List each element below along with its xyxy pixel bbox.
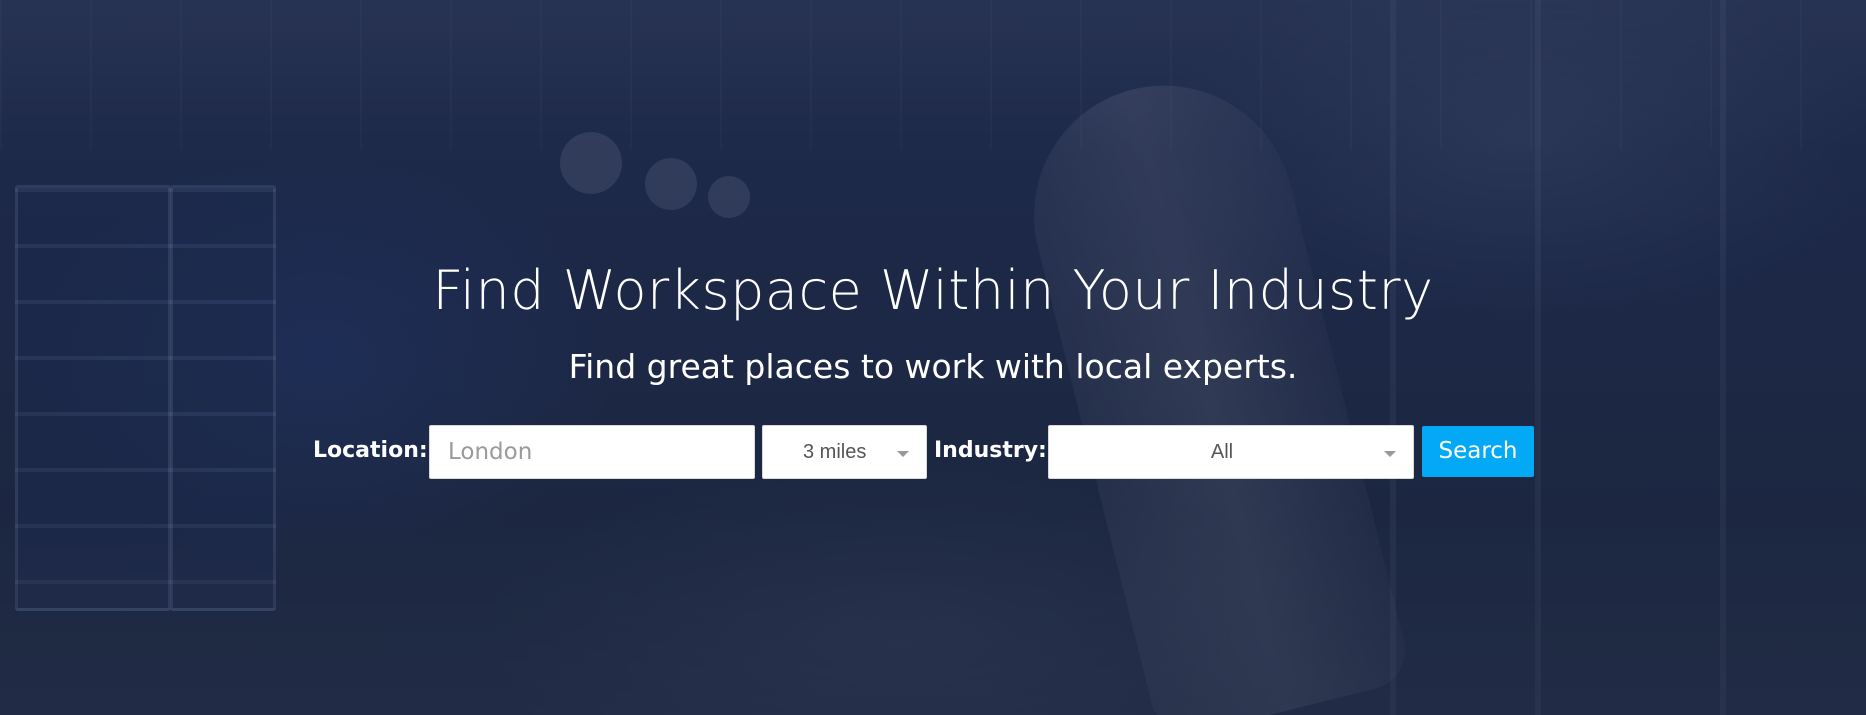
radius-select-value: 3 miles xyxy=(803,441,867,463)
search-button[interactable]: Search xyxy=(1422,426,1534,477)
chevron-down-icon xyxy=(1384,451,1396,457)
industry-label: Industry: xyxy=(934,438,1047,463)
hero-section: Find Workspace Within Your Industry Find… xyxy=(0,0,1866,715)
hero-content: Find Workspace Within Your Industry Find… xyxy=(0,0,1866,715)
industry-select[interactable]: All xyxy=(1048,425,1414,479)
chevron-down-icon xyxy=(897,451,909,457)
radius-select[interactable]: 3 miles xyxy=(762,425,927,479)
location-input[interactable] xyxy=(429,425,755,479)
search-form: Location: 3 miles Industry: All Search xyxy=(0,425,1866,479)
industry-select-value: All xyxy=(1210,441,1234,463)
hero-subtitle: Find great places to work with local exp… xyxy=(568,347,1298,386)
hero-title: Find Workspace Within Your Industry xyxy=(432,259,1434,322)
location-label: Location: xyxy=(313,438,428,463)
